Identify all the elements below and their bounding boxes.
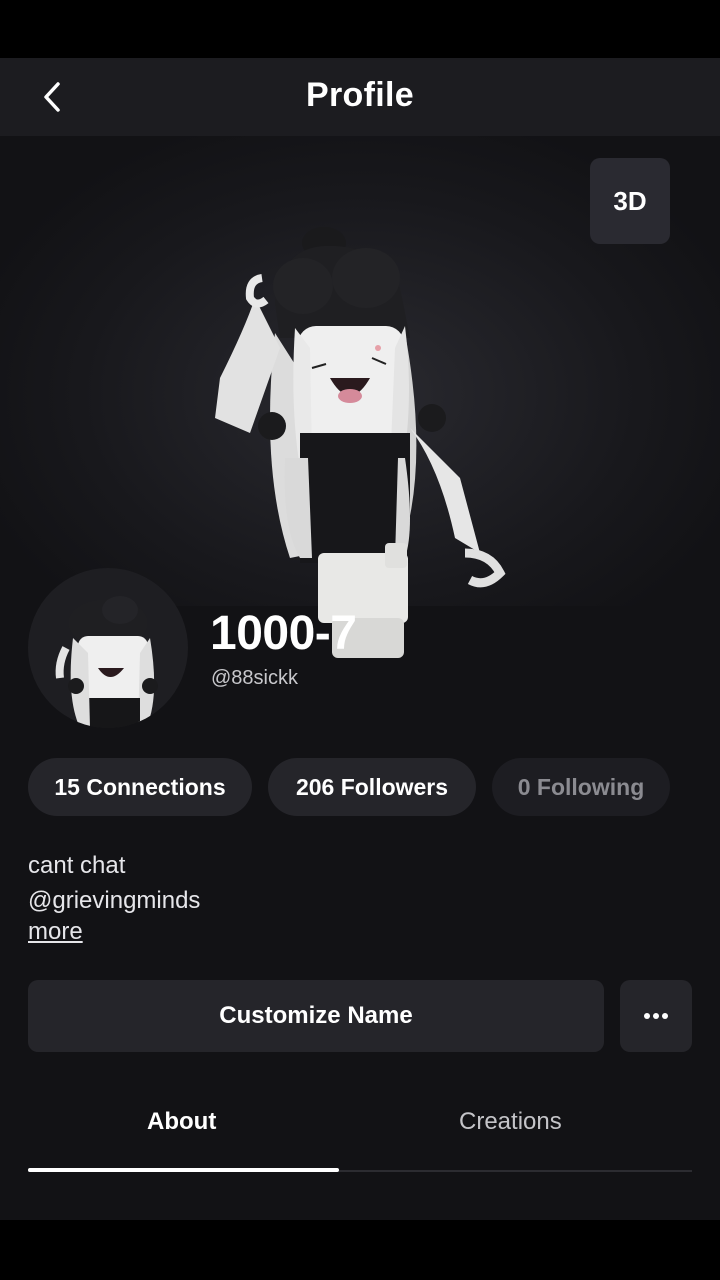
tab-about[interactable]: About <box>147 1108 216 1136</box>
tab-creations[interactable]: Creations <box>459 1108 562 1136</box>
customize-name-button[interactable]: Customize Name <box>28 980 604 1052</box>
avatar-headshot[interactable] <box>28 568 188 728</box>
active-tab-indicator <box>28 1168 339 1172</box>
view-3d-button[interactable]: 3D <box>590 158 670 244</box>
ellipsis-icon <box>644 1013 668 1019</box>
top-bar: Profile <box>0 58 720 136</box>
connections-chip[interactable]: 15 Connections <box>28 758 252 816</box>
bio-line: cant chat <box>28 852 126 879</box>
more-options-button[interactable] <box>620 980 692 1052</box>
profile-screen: Profile 3D 1000-7 @88sickk 15 Connection… <box>0 58 720 1220</box>
avatar-headshot-image <box>55 596 158 728</box>
profile-bio: cant chat @grievingminds <box>28 848 200 918</box>
followers-chip[interactable]: 206 Followers <box>268 758 476 816</box>
display-name: 1000-7 <box>210 607 357 660</box>
page-title: Profile <box>306 76 414 114</box>
bio-more-link[interactable]: more <box>28 918 83 946</box>
following-chip[interactable]: 0 Following <box>492 758 670 816</box>
username: @88sickk <box>211 667 298 689</box>
bio-line: @grievingminds <box>28 887 201 914</box>
